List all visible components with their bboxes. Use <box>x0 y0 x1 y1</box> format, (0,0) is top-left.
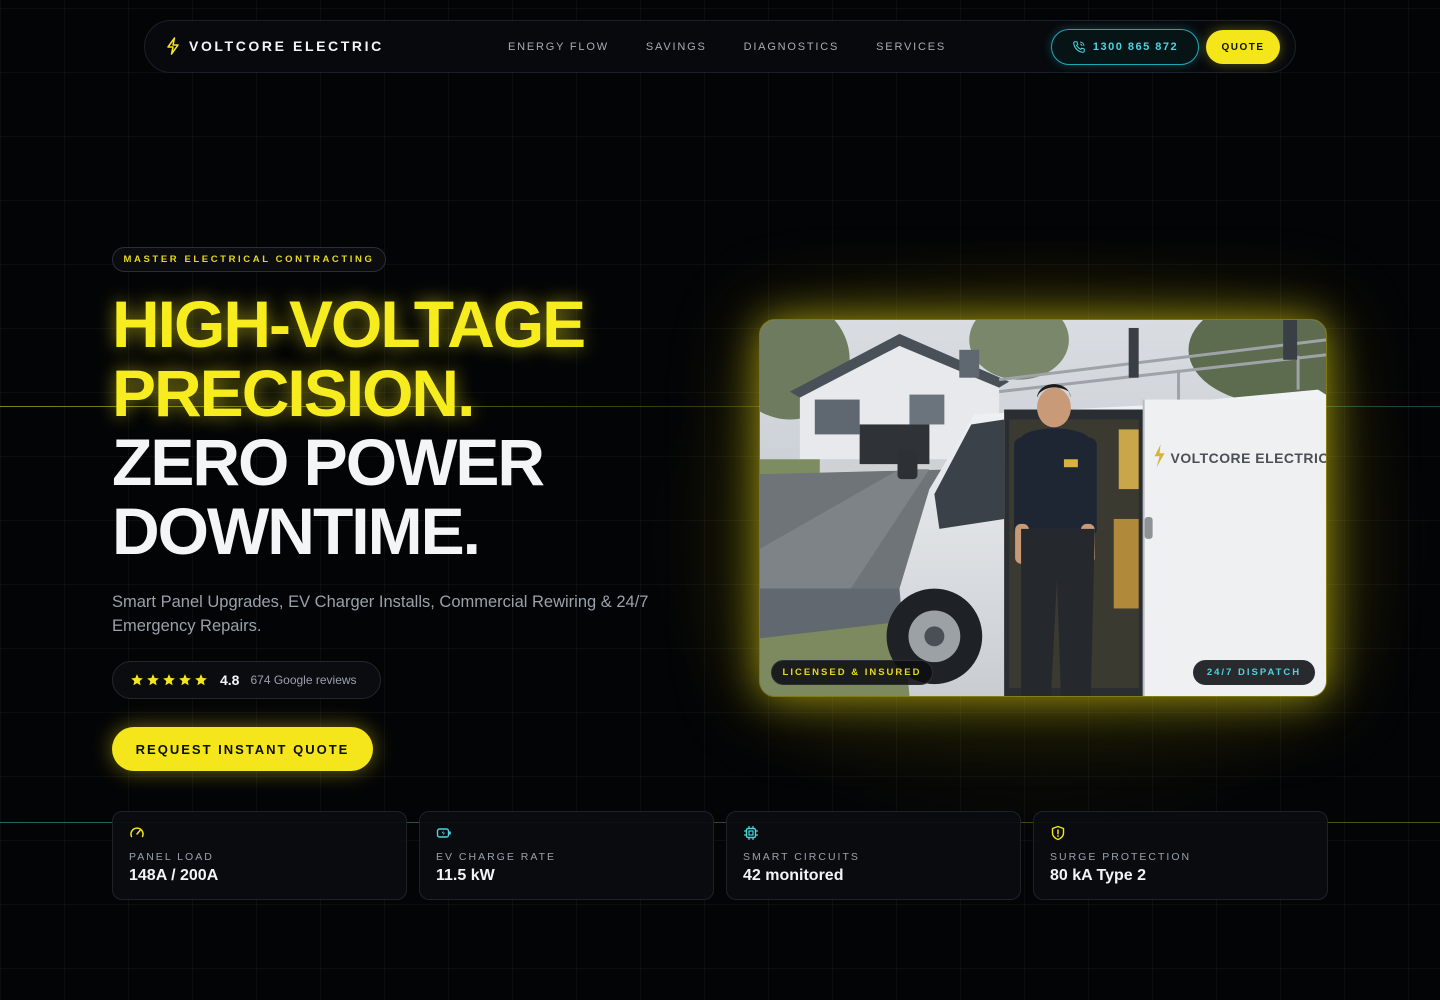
star-icon <box>147 674 159 686</box>
hero-badge: MASTER ELECTRICAL CONTRACTING <box>112 247 386 272</box>
dispatch-tag: 24/7 DISPATCH <box>1193 660 1315 685</box>
chip-icon <box>744 826 758 840</box>
stat-value: 42 monitored <box>743 867 844 884</box>
quote-button[interactable]: QUOTE <box>1206 30 1280 64</box>
stat-card-panel-load: PANEL LOAD 148A / 200A <box>112 811 407 900</box>
nav-link-savings[interactable]: SAVINGS <box>646 41 707 53</box>
stat-card-smart-circuits: SMART CIRCUITS 42 monitored <box>726 811 1021 900</box>
gauge-icon <box>130 827 144 838</box>
stat-label: SURGE PROTECTION <box>1050 851 1192 863</box>
stat-value: 80 kA Type 2 <box>1050 867 1147 884</box>
top-navigation: VOLTCORE ELECTRIC ENERGY FLOW SAVINGS DI… <box>144 20 1296 73</box>
stat-value: 11.5 kW <box>436 867 495 884</box>
nav-links: ENERGY FLOW SAVINGS DIAGNOSTICS SERVICES <box>508 41 946 53</box>
hero-subtitle: Smart Panel Upgrades, EV Charger Install… <box>112 593 649 635</box>
star-icon <box>179 674 191 686</box>
star-icon <box>163 674 175 686</box>
phone-icon <box>1073 41 1085 53</box>
star-icon <box>131 674 143 686</box>
request-quote-button[interactable]: REQUEST INSTANT QUOTE <box>112 727 373 771</box>
headline-line-4: DOWNTIME. <box>112 494 481 568</box>
stat-card-surge-protection: SURGE PROTECTION 80 kA Type 2 <box>1033 811 1328 900</box>
brand-logo[interactable]: VOLTCORE ELECTRIC <box>165 37 384 55</box>
phone-number: 1300 865 872 <box>1092 41 1179 53</box>
nav-link-diagnostics[interactable]: DIAGNOSTICS <box>744 41 840 53</box>
nav-link-services[interactable]: SERVICES <box>876 41 946 53</box>
headline-line-3: ZERO POWER <box>112 425 545 499</box>
stat-label: EV CHARGE RATE <box>436 851 556 863</box>
headline-line-2: PRECISION. <box>112 356 475 430</box>
review-count: 674 Google reviews <box>250 673 357 687</box>
star-icon <box>195 674 207 686</box>
nav-link-energy-flow[interactable]: ENERGY FLOW <box>508 41 609 53</box>
rating-value: 4.8 <box>220 672 240 688</box>
headline-line-1: HIGH-VOLTAGE <box>112 287 586 361</box>
battery-charging-icon <box>436 828 451 838</box>
rating-badge[interactable]: 4.8 674 Google reviews <box>112 661 381 699</box>
stat-label: PANEL LOAD <box>129 851 214 863</box>
stat-card-ev-charge: EV CHARGE RATE 11.5 kW <box>419 811 714 900</box>
phone-button[interactable]: 1300 865 872 <box>1051 29 1199 65</box>
electrician-van-illustration: VOLTCORE ELECTRIC <box>760 320 1326 696</box>
hero-headline: HIGH-VOLTAGE PRECISION. ZERO POWER DOWNT… <box>112 287 586 568</box>
van-logo-text: VOLTCORE ELECTRIC <box>1171 450 1326 466</box>
star-rating <box>130 673 208 687</box>
lightning-bolt-icon <box>167 37 179 55</box>
stat-label: SMART CIRCUITS <box>743 851 860 863</box>
shield-alert-icon <box>1051 825 1065 841</box>
brand-name: VOLTCORE ELECTRIC <box>189 38 384 54</box>
licensed-insured-tag: LICENSED & INSURED <box>771 660 933 685</box>
hero-photo: VOLTCORE ELECTRIC <box>759 319 1327 697</box>
stat-value: 148A / 200A <box>129 867 219 884</box>
